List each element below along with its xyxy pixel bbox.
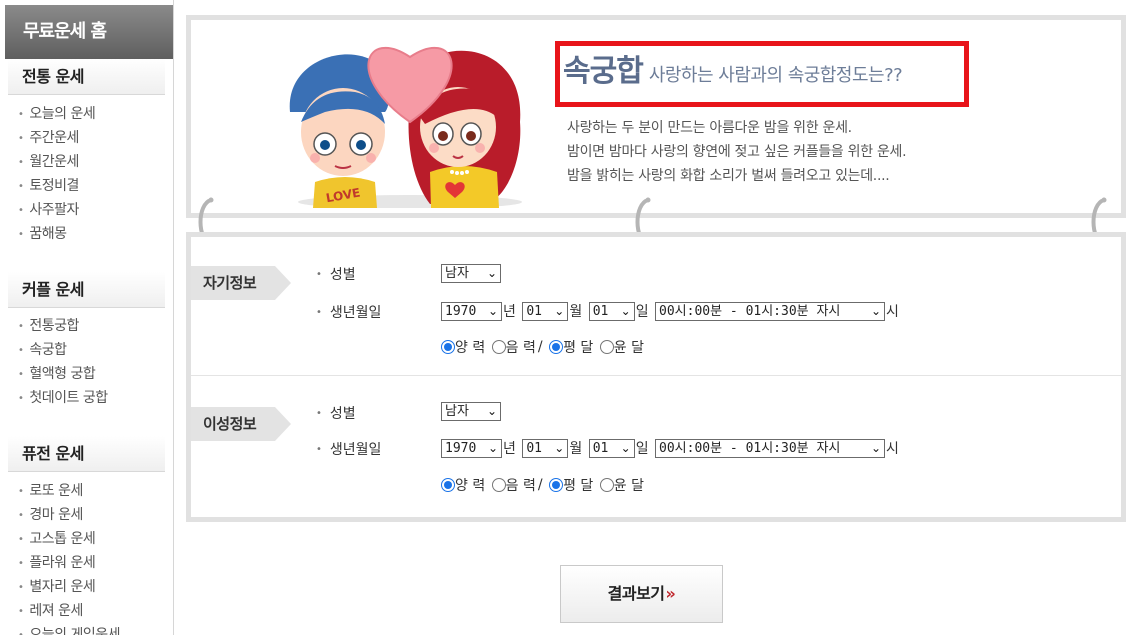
chevron-down-icon: ⌄ [487,303,498,318]
sidebar-item-today-fortune[interactable]: 오늘의 운세 [18,102,95,126]
section-title-couple: 커플 운세 [8,272,165,308]
form-divider [191,375,1121,376]
sidebar-item-traditional-match[interactable]: 전통궁합 [18,314,108,338]
sidebar-item-tojeong[interactable]: 토정비결 [18,174,95,198]
chevron-down-icon: ⌄ [620,303,631,318]
partner-day-select[interactable]: 01 ⌄ [588,438,635,458]
home-button[interactable]: 무료운세 홈 [5,5,173,59]
chevron-down-icon: ⌄ [870,440,882,455]
self-gender-select[interactable]: 남자 ⌄ [441,264,501,283]
sidebar-item-monthly-fortune[interactable]: 월간운세 [18,150,95,174]
sidebar: 무료운세 홈 전통 운세 오늘의 운세 주간운세 월간운세 토정비결 사주팔자 … [0,0,174,635]
chevron-down-icon: ⌄ [486,404,497,418]
self-solar-radio[interactable] [441,340,455,354]
page-subtitle: 사랑하는 사람과의 속궁합정도는?? [648,65,903,86]
partner-leap-month-radio[interactable] [599,478,614,492]
sidebar-item-saju[interactable]: 사주팔자 [18,198,95,222]
self-birth-label: 생년월일 [316,302,382,322]
sidebar-item-lotto[interactable]: 로또 운세 [18,479,120,503]
self-year-select[interactable]: 1970 ⌄ [441,301,502,321]
sidebar-item-flower[interactable]: 플라워 운세 [18,551,120,575]
chevron-down-icon: ⌄ [487,440,498,455]
partner-info-tag: 이성정보 [191,407,291,441]
banner-description: 사랑하는 두 분이 만드는 아름다운 밤을 위한 운세. 밤이면 밤마다 사랑의… [567,116,907,188]
partner-time-select[interactable]: 00시:00분 - 01시:30분 자시 ⌄ [655,438,886,458]
sidebar-item-blood-match[interactable]: 혈액형 궁합 [18,362,108,386]
sidebar-item-horse-racing[interactable]: 경마 운세 [18,503,120,527]
partner-month-select[interactable]: 01 ⌄ [522,438,569,458]
sidebar-item-first-date-match[interactable]: 첫데이트 궁합 [18,386,108,410]
chevron-down-icon: ⌄ [554,440,565,455]
self-day-select[interactable]: 01 ⌄ [588,301,635,321]
input-form: 자기정보 성별 남자⌄ 생년월일 1970⌄년 01⌄월 01⌄일 00시:00… [186,232,1126,522]
partner-birth-label: 생년월일 [316,439,382,459]
self-info-tag: 자기정보 [191,266,291,300]
menu-couple: 전통궁합 속궁합 혈액형 궁합 첫데이트 궁합 [18,314,108,410]
self-time-select[interactable]: 00시:00분 - 01시:30분 자시 ⌄ [655,301,886,321]
description-line: 사랑하는 두 분이 만드는 아름다운 밤을 위한 운세. [567,120,852,136]
view-result-button[interactable]: 결과보기» [560,565,723,623]
sidebar-item-inner-match[interactable]: 속궁합 [18,338,108,362]
title-highlight-box: 속궁합 사랑하는 사람과의 속궁합정도는?? [555,41,969,107]
chevron-down-icon: ⌄ [620,440,631,455]
partner-gender-select[interactable]: 남자 ⌄ [441,402,501,421]
self-gender-label: 성별 [316,264,356,284]
page-title: 속궁합 [563,54,644,89]
chevron-down-icon: ⌄ [486,266,497,280]
sidebar-item-leisure[interactable]: 레져 운세 [18,599,120,623]
menu-fusion: 로또 운세 경마 운세 고스톱 운세 플라워 운세 별자리 운세 레져 운세 오… [18,479,120,635]
description-line: 밤을 밝히는 사랑의 화합 소리가 벌써 들려오고 있는데.... [567,168,890,184]
chevron-down-icon: ⌄ [554,303,565,318]
self-lunar-radio[interactable] [491,340,506,354]
couple-illustration: LOVE [289,46,522,208]
partner-lunar-radio[interactable] [491,478,506,492]
partner-solar-radio[interactable] [441,478,455,492]
sidebar-item-weekly-fortune[interactable]: 주간운세 [18,126,95,150]
chevron-down-icon: ⌄ [870,303,882,318]
section-title-fusion: 퓨전 운세 [8,436,165,472]
self-leap-month-radio[interactable] [599,340,614,354]
partner-normal-month-radio[interactable] [549,478,564,492]
description-line: 밤이면 밤마다 사랑의 향연에 젖고 싶은 커플들을 위한 운세. [567,144,907,160]
partner-year-select[interactable]: 1970 ⌄ [441,438,502,458]
sidebar-item-gostop[interactable]: 고스톱 운세 [18,527,120,551]
section-title-traditional: 전통 운세 [8,59,165,95]
sidebar-item-game[interactable]: 오늘의 게임운세 [18,623,120,635]
self-month-select[interactable]: 01 ⌄ [522,301,569,321]
sidebar-item-dream[interactable]: 꿈해몽 [18,222,95,246]
sidebar-item-constellation[interactable]: 별자리 운세 [18,575,120,599]
partner-gender-label: 성별 [316,403,356,423]
view-result-label: 결과보기 [607,584,665,603]
double-arrow-icon: » [665,584,676,603]
intro-banner: LOVE 속궁합 사랑하는 사람과의 속궁합정도는?? 사랑하는 두 분이 만드는… [186,15,1126,218]
menu-traditional: 오늘의 운세 주간운세 월간운세 토정비결 사주팔자 꿈해몽 [18,102,95,246]
self-normal-month-radio[interactable] [549,340,564,354]
